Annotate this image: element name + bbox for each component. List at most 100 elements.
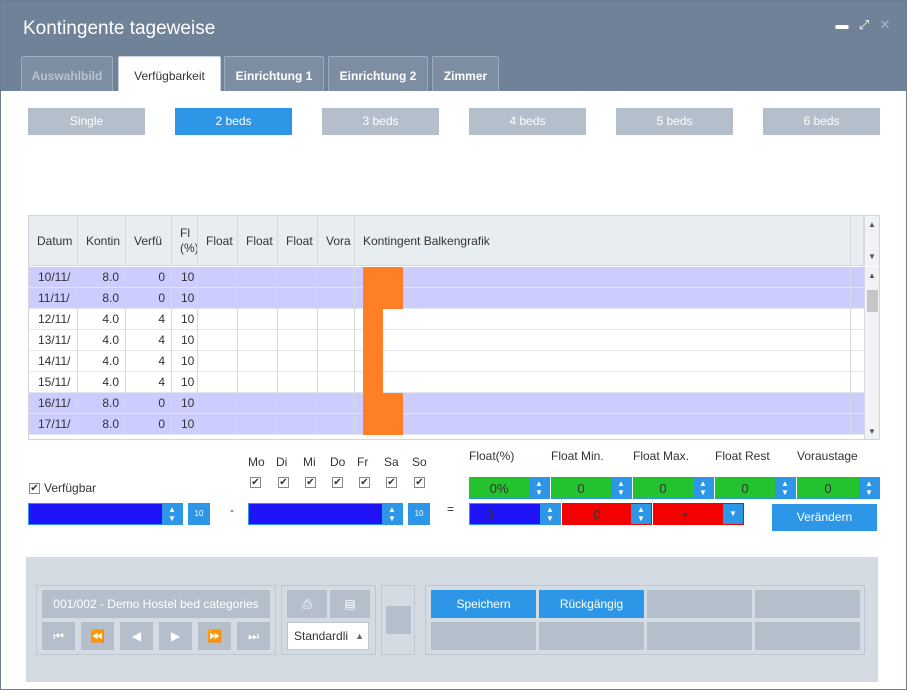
list-select[interactable]: Standardli ▲ [287,622,369,650]
cell-empty[interactable] [238,267,278,288]
date-to-calendar-icon[interactable]: 10 [408,503,430,525]
cell-verfuegbar[interactable]: 0 [126,267,172,288]
header-voraustage[interactable]: Vora [318,216,355,266]
operator-dropdown-icon[interactable]: ▼ [723,504,743,524]
grid-scroll-down-icon[interactable]: ▼ [868,427,876,436]
float-rest-input[interactable]: 0 ▲ ▼ [715,477,796,499]
header-balkengrafik[interactable]: Kontingent Balkengrafik [355,216,851,266]
cell-empty[interactable] [238,351,278,372]
result-red-spin-icon[interactable]: ▲ ▼ [631,504,651,524]
bed-3-button[interactable]: 3 beds [322,108,439,135]
cell-empty[interactable] [278,309,318,330]
header-verfuegbar[interactable]: Verfü [126,216,172,266]
cell-kontingent[interactable]: 8.0 [78,414,126,435]
close-icon[interactable]: ✕ [878,17,892,33]
cell-empty[interactable] [238,288,278,309]
print-icon[interactable]: ⎙ [287,590,327,618]
header-scrollbar[interactable]: ▲ ▼ [864,216,879,266]
cell-verfuegbar[interactable]: 4 [126,372,172,393]
weekday-checkbox-fr[interactable]: ✔ [359,477,370,488]
date-to-select[interactable]: ▲ ▼ [248,503,403,525]
cell-kontingent[interactable]: 4.0 [78,351,126,372]
table-row[interactable]: 10/11/8.0 0 10 [29,267,864,288]
last-record-icon[interactable]: ⏭ [237,622,270,650]
first-record-icon[interactable]: ⏮ [42,622,75,650]
empty-action-2[interactable] [755,590,860,618]
cell-empty[interactable] [198,267,238,288]
weekday-checkbox-mo[interactable]: ✔ [250,477,261,488]
operator-select[interactable]: + - ▼ [653,503,744,525]
result-red-input[interactable]: 0 ▲ ▼ [562,503,652,525]
cell-empty[interactable] [278,288,318,309]
cell-empty[interactable] [238,330,278,351]
pdf-icon[interactable]: ▤ [330,590,370,618]
previous-icon[interactable]: ◀ [120,622,153,650]
cell-empty[interactable] [318,351,355,372]
table-row[interactable]: 12/11/4.0 4 10 [29,309,864,330]
cell-empty[interactable] [238,414,278,435]
header-kontingent[interactable]: Kontin [78,216,126,266]
cell-kontingent[interactable]: 4.0 [78,330,126,351]
cell-empty[interactable] [198,309,238,330]
table-row[interactable]: 11/11/8.0 0 10 [29,288,864,309]
grid-scroll-up-icon[interactable]: ▲ [868,271,876,280]
result-blue-input[interactable]: 0 ▲ ▼ [469,503,561,525]
cell-empty[interactable] [238,372,278,393]
cell-float-percent[interactable]: 10 [172,309,198,330]
weekday-checkbox-do[interactable]: ✔ [332,477,343,488]
scroll-down-icon[interactable]: ▼ [868,252,876,261]
cell-float-percent[interactable]: 10 [172,372,198,393]
bed-5-button[interactable]: 5 beds [616,108,733,135]
cell-kontingent[interactable]: 4.0 [78,309,126,330]
scroll-up-icon[interactable]: ▲ [868,220,876,229]
empty-action-1[interactable] [647,590,752,618]
table-row[interactable]: 14/11/4.0 4 10 [29,351,864,372]
cell-verfuegbar[interactable]: 0 [126,414,172,435]
cell-verfuegbar[interactable]: 4 [126,309,172,330]
table-row[interactable]: 13/11/4.0 4 10 [29,330,864,351]
cell-kontingent[interactable]: 8.0 [78,267,126,288]
cell-float-percent[interactable]: 10 [172,414,198,435]
cell-datum[interactable]: 11/11/ [29,288,78,309]
cell-kontingent[interactable]: 4.0 [78,372,126,393]
cell-datum[interactable]: 13/11/ [29,330,78,351]
grid-scrollbar[interactable]: ▲ ▼ [864,267,879,439]
table-row[interactable]: 16/11/8.0 0 10 [29,393,864,414]
header-float-max[interactable]: Float [238,216,278,266]
cell-float-percent[interactable]: 10 [172,393,198,414]
float-rest-spin-icon[interactable]: ▲ ▼ [775,478,795,498]
cell-empty[interactable] [198,393,238,414]
bed-6-button[interactable]: 6 beds [763,108,880,135]
cell-datum[interactable]: 15/11/ [29,372,78,393]
header-float-percent[interactable]: Fl (%) [172,216,198,266]
cell-datum[interactable]: 14/11/ [29,351,78,372]
empty-action-4[interactable] [539,622,644,650]
bed-single-button[interactable]: Single [28,108,145,135]
cell-float-percent[interactable]: 10 [172,351,198,372]
cell-empty[interactable] [278,414,318,435]
cell-datum[interactable]: 10/11/ [29,267,78,288]
cell-datum[interactable]: 17/11/ [29,414,78,435]
table-row[interactable]: 17/11/8.0 0 10 [29,414,864,435]
voraustage-spin-icon[interactable]: ▲ ▼ [859,478,879,498]
cell-float-percent[interactable]: 10 [172,267,198,288]
cell-kontingent[interactable]: 8.0 [78,393,126,414]
cell-empty[interactable] [318,372,355,393]
grid-scroll-thumb[interactable] [867,290,878,312]
cell-empty[interactable] [318,414,355,435]
cell-empty[interactable] [238,309,278,330]
cell-empty[interactable] [278,267,318,288]
rewind-icon[interactable]: ⏪ [81,622,114,650]
maximize-icon[interactable]: ⤢ [857,17,871,33]
cell-verfuegbar[interactable]: 0 [126,393,172,414]
tab-einrichtung-1[interactable]: Einrichtung 1 [224,56,324,91]
date-from-spin-icon[interactable]: ▲ ▼ [162,504,182,524]
cell-empty[interactable] [318,393,355,414]
tab-zimmer[interactable]: Zimmer [432,56,499,91]
cell-empty[interactable] [198,288,238,309]
date-from-select[interactable]: ▲ ▼ [28,503,183,525]
tab-auswahlbild[interactable]: Auswahlbild [21,56,113,91]
result-blue-spin-icon[interactable]: ▲ ▼ [540,504,560,524]
cell-verfuegbar[interactable]: 4 [126,330,172,351]
cell-empty[interactable] [278,351,318,372]
